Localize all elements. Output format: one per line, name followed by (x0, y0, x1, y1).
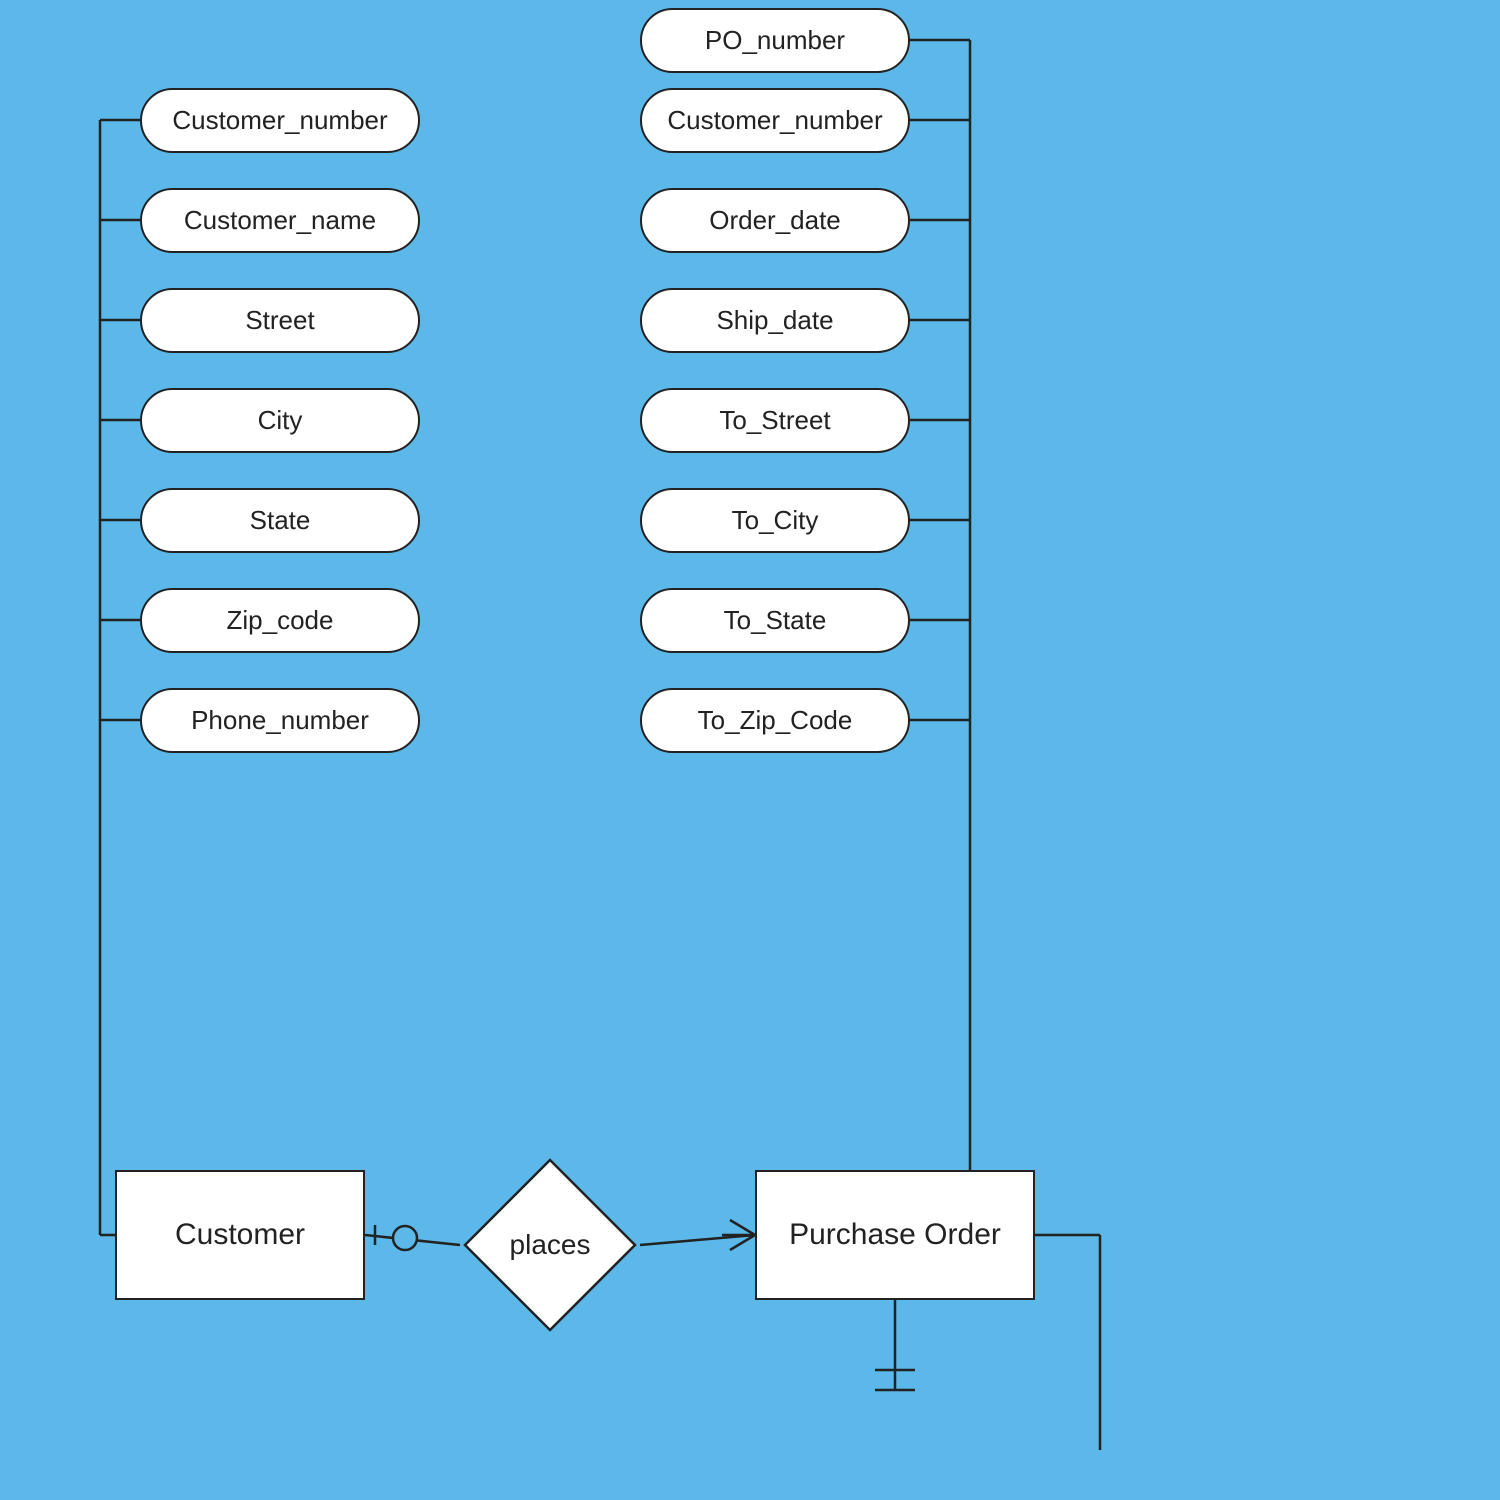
attr-ship-date: Ship_date (640, 288, 910, 353)
attr-state: State (140, 488, 420, 553)
attr-to-state: To_State (640, 588, 910, 653)
purchase-order-entity: Purchase Order (755, 1170, 1035, 1300)
attr-customer-number-left: Customer_number (140, 88, 420, 153)
attr-to-street: To_Street (640, 388, 910, 453)
customer-entity: Customer (115, 1170, 365, 1300)
places-diamond: places (460, 1155, 640, 1335)
attr-phone-number: Phone_number (140, 688, 420, 753)
diagram-container: Customer_number Customer_name Street Cit… (0, 0, 1500, 1500)
attr-zip-code: Zip_code (140, 588, 420, 653)
attr-po-number: PO_number (640, 8, 910, 73)
attr-to-city: To_City (640, 488, 910, 553)
attr-order-date: Order_date (640, 188, 910, 253)
attr-street: Street (140, 288, 420, 353)
attr-customer-name: Customer_name (140, 188, 420, 253)
attr-city: City (140, 388, 420, 453)
attr-customer-number-right: Customer_number (640, 88, 910, 153)
attr-to-zip-code: To_Zip_Code (640, 688, 910, 753)
